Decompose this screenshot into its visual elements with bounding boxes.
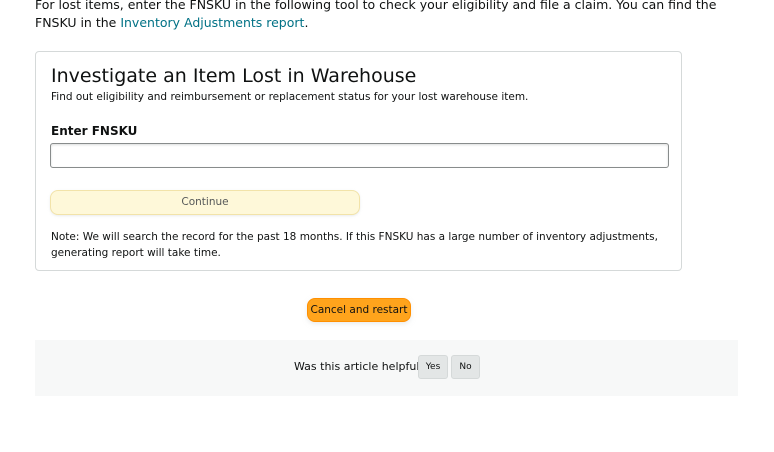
- intro-text-end: .: [304, 15, 309, 30]
- intro-paragraph: For lost items, enter the FNSKU in the f…: [35, 0, 735, 32]
- feedback-yes-button[interactable]: Yes: [418, 355, 448, 379]
- investigate-tool-card: Investigate an Item Lost in Warehouse Fi…: [35, 51, 682, 271]
- fnsku-input[interactable]: [50, 143, 669, 168]
- cancel-and-restart-button[interactable]: Cancel and restart: [307, 298, 411, 322]
- feedback-no-button[interactable]: No: [451, 355, 480, 379]
- search-note: Note: We will search the record for the …: [51, 231, 658, 259]
- feedback-bar: Was this article helpful? Yes No: [35, 340, 738, 396]
- continue-button[interactable]: Continue: [50, 190, 360, 215]
- feedback-question: Was this article helpful?: [294, 360, 426, 373]
- fnsku-label: Enter FNSKU: [51, 124, 138, 138]
- tool-subtitle: Find out eligibility and reimbursement o…: [51, 91, 529, 103]
- inventory-adjustments-link[interactable]: Inventory Adjustments report: [120, 15, 304, 30]
- tool-title: Investigate an Item Lost in Warehouse: [51, 65, 417, 87]
